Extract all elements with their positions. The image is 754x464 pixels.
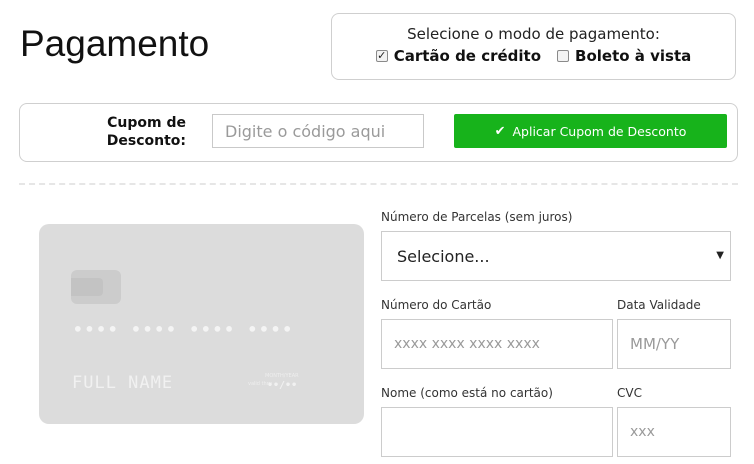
- installments-select[interactable]: Selecione... ▼: [381, 231, 731, 281]
- coupon-label-line2: Desconto:: [106, 133, 186, 149]
- payment-mode-prompt: Selecione o modo de pagamento:: [407, 25, 660, 43]
- card-expiry-preview: ••/••: [267, 380, 298, 391]
- installments-selected-value: Selecione...: [397, 246, 490, 266]
- payment-mode-options: ✓ Cartão de crédito Boleto à vista: [332, 47, 735, 65]
- card-chip-icon: [71, 270, 121, 304]
- dropdown-arrow-icon: ▼: [716, 250, 724, 261]
- cardholder-name-input[interactable]: [381, 407, 613, 457]
- page-title: Pagamento: [20, 23, 210, 64]
- card-valid-small-text: MONTH/YEAR: [265, 373, 299, 379]
- credit-card-label: Cartão de crédito: [393, 47, 542, 65]
- cardholder-name-label: Nome (como está no cartão): [381, 386, 553, 400]
- card-chip-contact: [71, 278, 103, 296]
- cvc-label: CVC: [617, 386, 642, 400]
- coupon-box: Cupom de Desconto: ✔ Aplicar Cupom de De…: [19, 103, 738, 162]
- coupon-input[interactable]: [212, 114, 424, 148]
- check-icon: ✔: [494, 123, 506, 139]
- expiry-label: Data Validade: [617, 298, 701, 312]
- card-name-preview: FULL NAME: [72, 373, 174, 393]
- card-number-input[interactable]: [381, 319, 613, 369]
- credit-card-preview: •••• •••• •••• •••• FULL NAME MONTH/YEAR…: [39, 224, 364, 424]
- payment-option-credit-card[interactable]: ✓ Cartão de crédito: [375, 47, 542, 65]
- expiry-input[interactable]: [617, 319, 731, 369]
- cvc-input[interactable]: [617, 407, 731, 457]
- card-number-preview: •••• •••• •••• ••••: [73, 320, 295, 339]
- boleto-label: Boleto à vista: [575, 47, 692, 65]
- section-divider: [19, 183, 738, 185]
- boleto-checkbox[interactable]: [557, 50, 570, 62]
- payment-option-boleto[interactable]: Boleto à vista: [557, 47, 691, 65]
- apply-coupon-button[interactable]: ✔ Aplicar Cupom de Desconto: [454, 114, 727, 148]
- credit-card-checkbox[interactable]: ✓: [375, 50, 388, 62]
- card-number-label: Número do Cartão: [381, 298, 492, 312]
- coupon-label-line1: Cupom de: [107, 115, 186, 131]
- payment-mode-box: Selecione o modo de pagamento: ✓ Cartão …: [331, 13, 736, 80]
- apply-coupon-label: Aplicar Cupom de Desconto: [512, 123, 687, 139]
- coupon-label: Cupom de Desconto:: [86, 114, 186, 150]
- installments-label: Número de Parcelas (sem juros): [381, 210, 573, 224]
